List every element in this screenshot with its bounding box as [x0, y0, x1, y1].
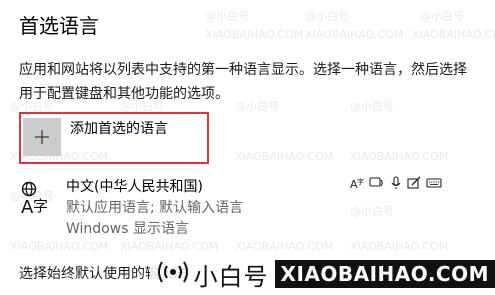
watermark-handle: @小白号: [420, 10, 464, 23]
watermark-url: XIAOBAIHAO.COM: [350, 150, 449, 163]
add-language-label: 添加首选的语言: [70, 121, 168, 137]
watermark-url: XIAOBAIHAO.COM: [412, 28, 495, 41]
brand-name-cn: 小白号: [193, 262, 269, 291]
watermark-handle: @小白号: [205, 10, 249, 23]
language-detail-default: 默认应用语言; 默认输入语言: [66, 200, 244, 216]
language-pack-icon: A 字: [350, 176, 364, 190]
watermark-url: XIAOBAIHAO.COM: [10, 240, 109, 253]
brand-name-en: XIAOBAIHAO.COM: [274, 260, 495, 288]
keyboard-icon: [426, 176, 442, 190]
add-language-button[interactable]: 添加首选的语言: [19, 112, 209, 164]
watermark-url: XIAOBAIHAO.COM: [235, 240, 334, 253]
watermark-handle: @小白号: [350, 205, 394, 218]
watermark-handle: @小白号: [305, 10, 349, 23]
section-description: 应用和网站将以列表中支持的第一种语言显示。选择一种语言，然后选择用于配置键盘和其…: [19, 62, 467, 102]
language-name[interactable]: 中文(中华人民共和国): [66, 177, 203, 197]
watermark-url: XIAOBAIHAO.COM: [120, 240, 219, 253]
watermark-url: XIAOBAIHAO.COM: [350, 240, 449, 253]
language-icon: A 字: [20, 181, 52, 218]
text-to-speech-icon: [369, 176, 385, 190]
watermark-url: XIAOBAIHAO.COM: [305, 28, 404, 41]
site-watermark: 小白号 XIAOBAIHAO.COM: [0, 253, 495, 295]
svg-text:字: 字: [33, 197, 48, 215]
speech-recognition-icon: [390, 176, 402, 190]
language-detail-display: Windows 显示语言: [66, 221, 189, 237]
broadcast-icon: [156, 260, 190, 288]
language-features: A 字: [350, 176, 442, 190]
page-title: 首选语言: [19, 14, 99, 38]
watermark-url: XIAOBAIHAO.COM: [205, 28, 304, 41]
watermark-url: XIAOBAIHAO.COM: [235, 150, 334, 163]
svg-text:字: 字: [357, 177, 364, 186]
plus-icon: [23, 118, 61, 156]
handwriting-icon: [407, 176, 421, 190]
